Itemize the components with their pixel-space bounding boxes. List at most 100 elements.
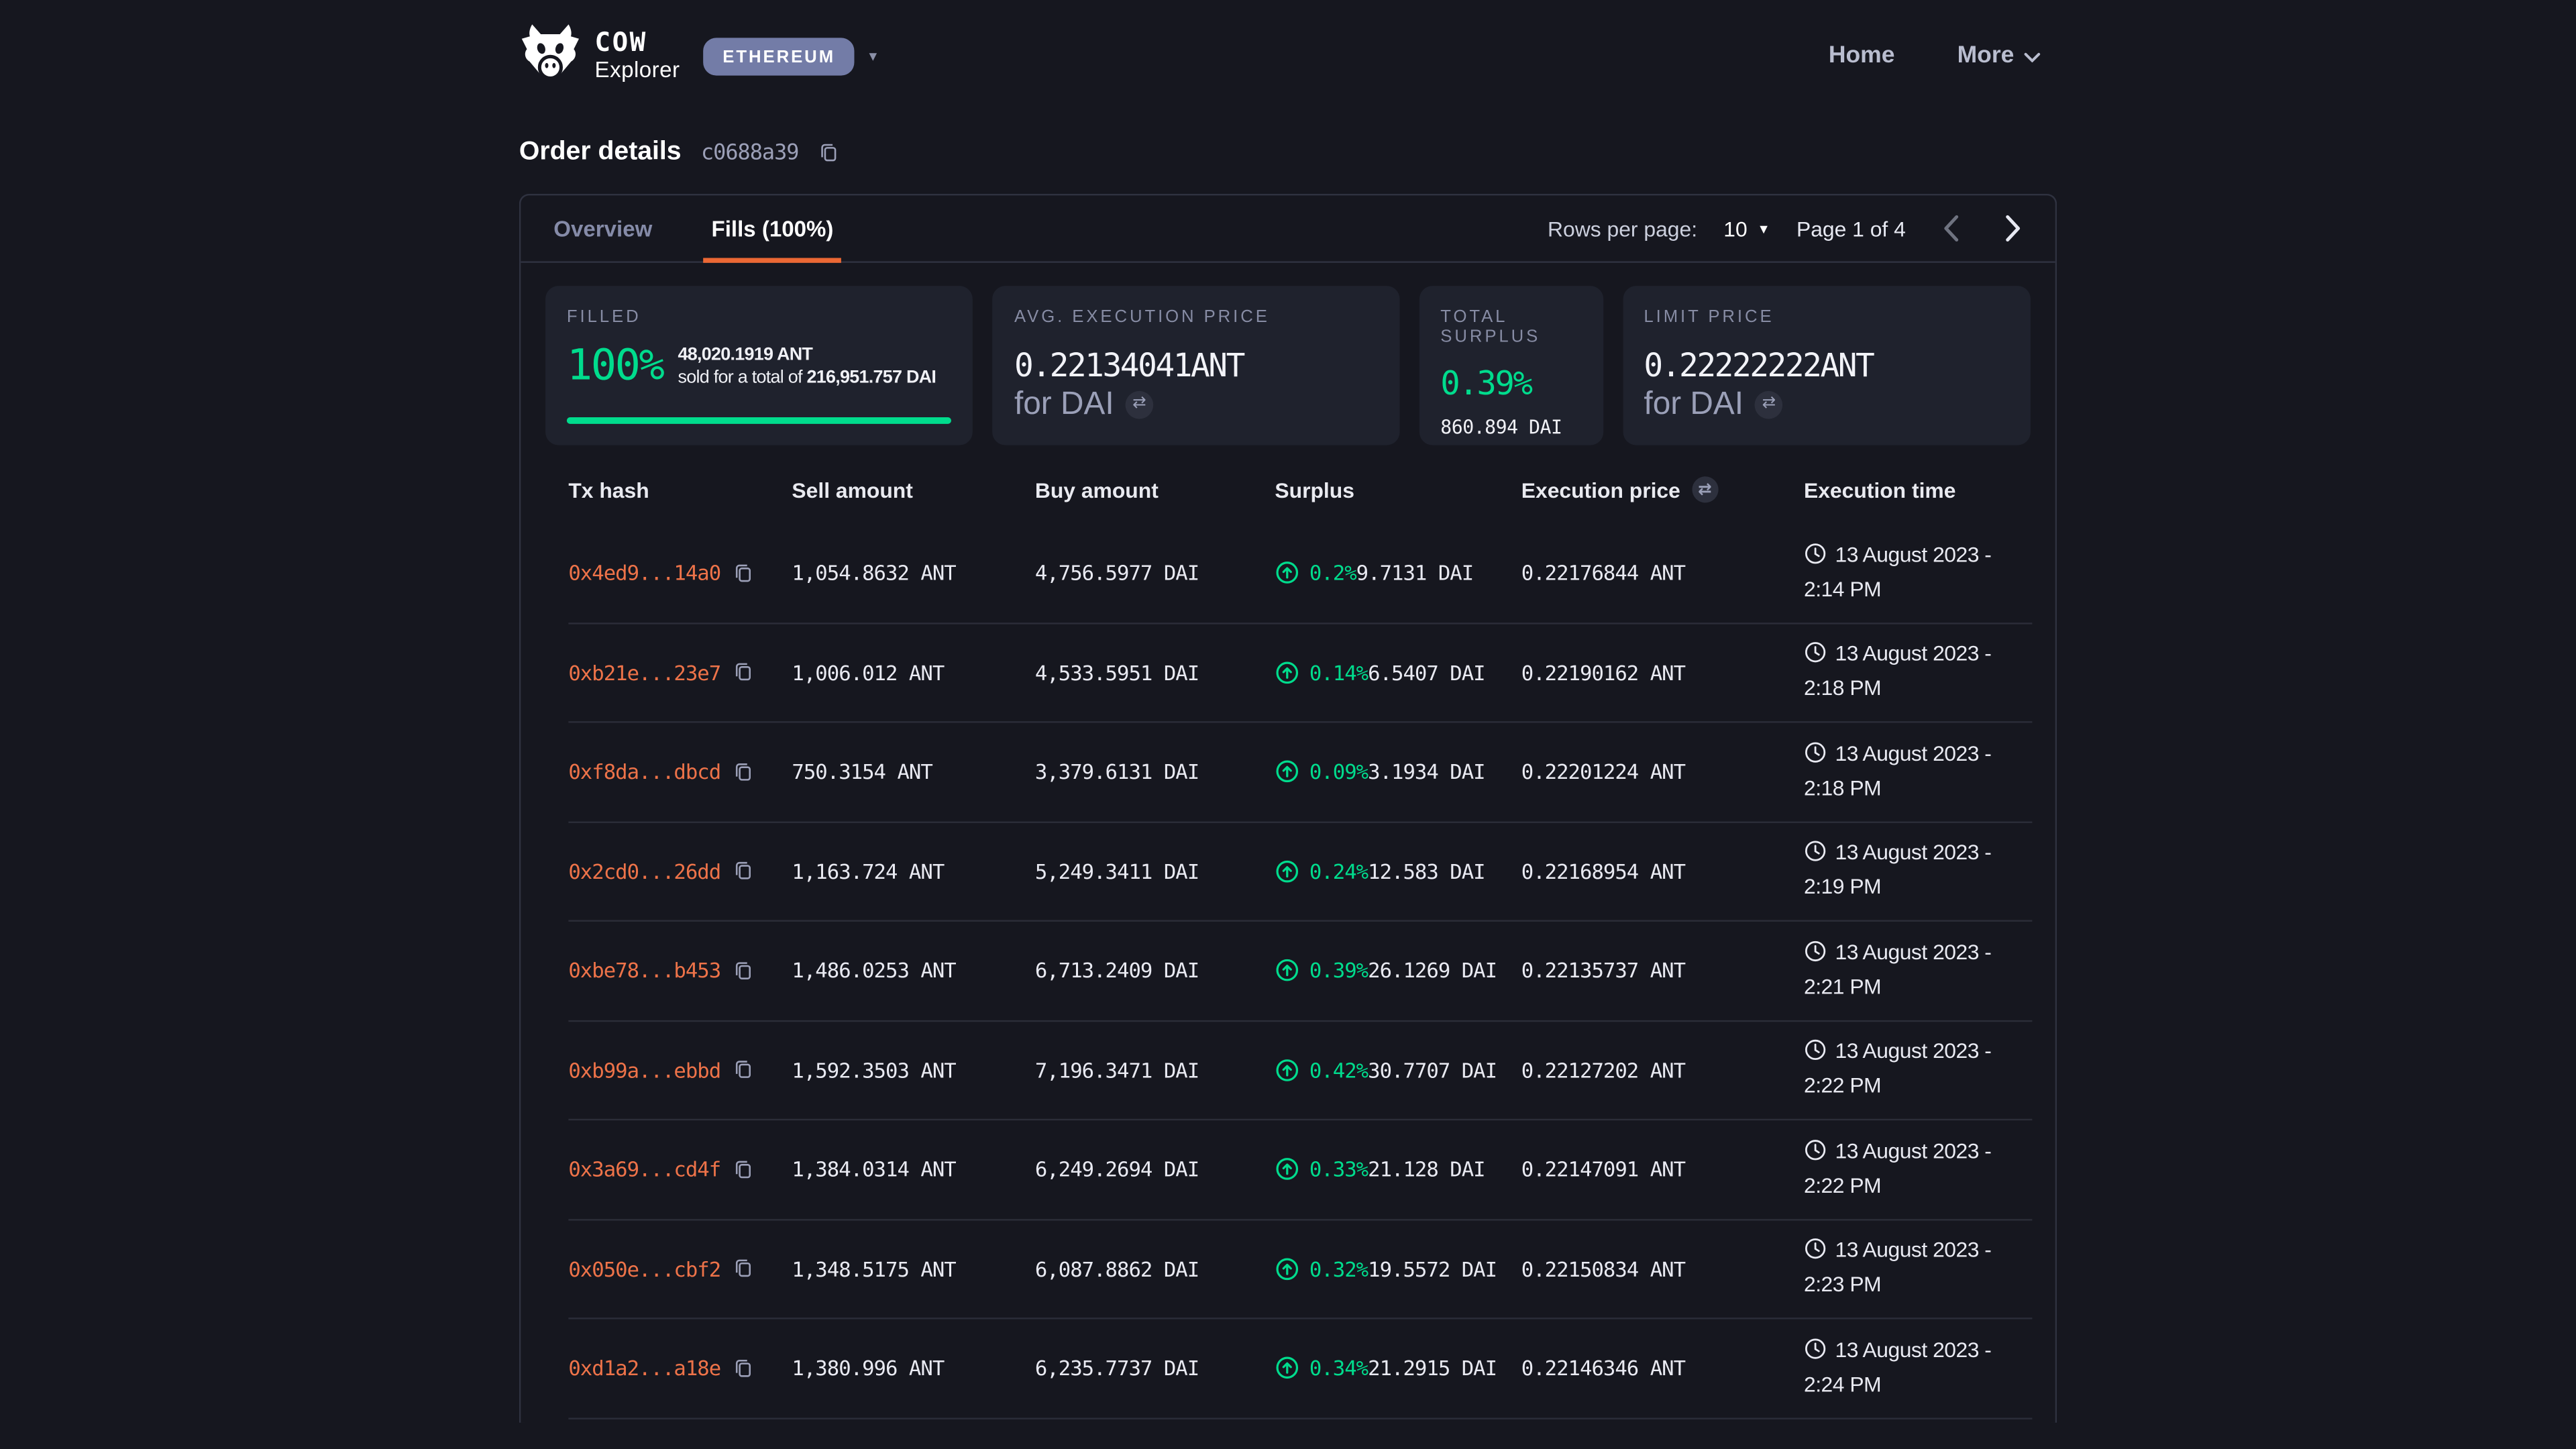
execution-time: 13 August 2023 - 2:18 PM — [1804, 640, 2032, 705]
swap-icon[interactable]: ⇄ — [1692, 476, 1718, 502]
surplus-up-icon — [1275, 1356, 1299, 1381]
rows-per-page-label: Rows per page: — [1548, 216, 1697, 241]
surplus-amount: 26.1269 DAI — [1368, 958, 1497, 983]
page: COW Explorer ETHEREUM ▼ Home More Order … — [0, 0, 2576, 1449]
copy-icon[interactable] — [732, 760, 753, 783]
page-title: Order details — [519, 138, 682, 168]
buy-amount: 6,087.8862 DAI — [1035, 1256, 1275, 1281]
surplus-up-icon — [1275, 1256, 1299, 1281]
sell-amount: 1,384.0314 ANT — [792, 1157, 1034, 1182]
page-prev-icon[interactable] — [1932, 210, 1968, 246]
tx-hash-link[interactable]: 0xd1a2...a18e — [568, 1356, 720, 1381]
swap-icon[interactable]: ⇄ — [1126, 391, 1154, 419]
surplus-percent: 0.09% — [1309, 759, 1368, 784]
execution-time: 13 August 2023 - 2:22 PM — [1804, 1136, 2032, 1201]
copy-icon[interactable] — [732, 1356, 753, 1379]
clock-icon — [1804, 641, 1827, 674]
surplus-amount: 21.2915 DAI — [1368, 1356, 1497, 1381]
tx-hash-link[interactable]: 0x050e...cbf2 — [568, 1256, 720, 1281]
total-surplus-percent: 0.39% — [1440, 363, 1581, 402]
clock-icon — [1804, 940, 1827, 973]
chevron-down-icon — [2024, 43, 2040, 69]
nav-home[interactable]: Home — [1829, 43, 1895, 69]
copy-icon[interactable] — [818, 142, 840, 164]
surplus-amount: 19.5572 DAI — [1368, 1256, 1497, 1281]
network-caret-icon[interactable]: ▼ — [867, 48, 879, 63]
execution-price: 0.22150834 ANT — [1521, 1256, 1804, 1281]
avg-price-unit: for DAI — [1014, 385, 1114, 425]
execution-time: 13 August 2023 - 2:14 PM — [1804, 540, 2032, 605]
page-info: Page 1 of 4 — [1796, 216, 1906, 241]
tab-overview[interactable]: Overview — [545, 195, 661, 262]
order-panel: Overview Fills (100%) Rows per page: 10 … — [519, 194, 2057, 1423]
execution-price: 0.22146346 ANT — [1521, 1356, 1804, 1381]
clock-icon — [1804, 1039, 1827, 1072]
execution-time: 13 August 2023 - 2:23 PM — [1804, 1236, 2032, 1301]
surplus-percent: 0.32% — [1309, 1256, 1368, 1281]
page-next-icon[interactable] — [1994, 210, 2031, 246]
tx-hash-link[interactable]: 0xbe78...b453 — [568, 958, 720, 983]
col-tx-hash: Tx hash — [568, 477, 792, 502]
sell-amount: 750.3154 ANT — [792, 759, 1034, 784]
swap-icon[interactable]: ⇄ — [1755, 391, 1783, 419]
table-row: 0x050e...cbf2 1,348.5175 ANT 6,087.8862 … — [568, 1220, 2032, 1319]
tx-hash-link[interactable]: 0xb99a...ebbd — [568, 1058, 720, 1083]
copy-icon[interactable] — [732, 1158, 753, 1181]
sell-amount: 1,486.0253 ANT — [792, 958, 1034, 983]
surplus-cell: 0.39% 26.1269 DAI — [1275, 958, 1521, 983]
copy-icon[interactable] — [732, 561, 753, 584]
table-body: 0x4ed9...14a0 1,054.8632 ANT 4,756.5977 … — [568, 524, 2032, 1418]
clock-icon — [1804, 542, 1827, 575]
execution-price: 0.22147091 ANT — [1521, 1157, 1804, 1182]
filled-label: FILLED — [567, 307, 952, 327]
surplus-up-icon — [1275, 958, 1299, 983]
copy-icon[interactable] — [732, 859, 753, 882]
sell-amount: 1,592.3503 ANT — [792, 1058, 1034, 1083]
tx-hash-link[interactable]: 0xb21e...23e7 — [568, 660, 720, 685]
execution-time: 13 August 2023 - 2:21 PM — [1804, 938, 2032, 1003]
copy-icon[interactable] — [732, 1059, 753, 1081]
execution-price: 0.22168954 ANT — [1521, 859, 1804, 883]
surplus-percent: 0.33% — [1309, 1157, 1368, 1182]
surplus-amount: 21.128 DAI — [1368, 1157, 1485, 1182]
header: COW Explorer ETHEREUM ▼ Home More — [519, 0, 2057, 89]
table-row: 0x3a69...cd4f 1,384.0314 ANT 6,249.2694 … — [568, 1120, 2032, 1220]
surplus-percent: 0.24% — [1309, 859, 1368, 883]
filled-percent: 100% — [567, 341, 663, 390]
logo-title: COW — [595, 30, 680, 56]
surplus-up-icon — [1275, 859, 1299, 883]
surplus-up-icon — [1275, 561, 1299, 586]
surplus-cell: 0.09% 3.1934 DAI — [1275, 759, 1521, 784]
surplus-up-icon — [1275, 660, 1299, 685]
tab-fills[interactable]: Fills (100%) — [703, 195, 841, 262]
logo[interactable]: COW Explorer — [519, 23, 680, 89]
surplus-up-icon — [1275, 1157, 1299, 1182]
tx-hash-link[interactable]: 0x3a69...cd4f — [568, 1157, 720, 1182]
clock-icon — [1804, 1238, 1827, 1271]
nav-more[interactable]: More — [1957, 43, 2041, 69]
buy-amount: 6,235.7737 DAI — [1035, 1356, 1275, 1381]
execution-price: 0.22190162 ANT — [1521, 660, 1804, 685]
rows-per-page-select[interactable]: 10 ▼ — [1723, 216, 1770, 241]
tx-hash-link[interactable]: 0xf8da...dbcd — [568, 759, 720, 784]
buy-amount: 6,713.2409 DAI — [1035, 958, 1275, 983]
tx-hash-link[interactable]: 0x4ed9...14a0 — [568, 561, 720, 586]
sell-amount: 1,380.996 ANT — [792, 1356, 1034, 1381]
copy-icon[interactable] — [732, 661, 753, 684]
pagination: Rows per page: 10 ▼ Page 1 of 4 — [1548, 210, 2031, 246]
col-sell-amount: Sell amount — [792, 477, 1034, 502]
avg-execution-price-card: AVG. EXECUTION PRICE 0.22134041ANT for D… — [993, 286, 1399, 445]
table-row: 0xd1a2...a18e 1,380.996 ANT 6,235.7737 D… — [568, 1320, 2032, 1419]
copy-icon[interactable] — [732, 1257, 753, 1280]
clock-icon — [1804, 1337, 1827, 1370]
tx-hash-link[interactable]: 0x2cd0...26dd — [568, 859, 720, 883]
order-id: c0688a39 — [701, 140, 799, 165]
network-badge[interactable]: ETHEREUM — [703, 37, 855, 74]
table-row: 0x2cd0...26dd 1,163.724 ANT 5,249.3411 D… — [568, 822, 2032, 922]
total-surplus-amount: 860.894 DAI — [1440, 416, 1581, 439]
surplus-percent: 0.34% — [1309, 1356, 1368, 1381]
limit-price-card: LIMIT PRICE 0.22222222ANT for DAI ⇄ — [1623, 286, 2031, 445]
surplus-cell: 0.42% 30.7707 DAI — [1275, 1058, 1521, 1083]
tab-bar: Overview Fills (100%) Rows per page: 10 … — [521, 195, 2055, 262]
copy-icon[interactable] — [732, 959, 753, 982]
